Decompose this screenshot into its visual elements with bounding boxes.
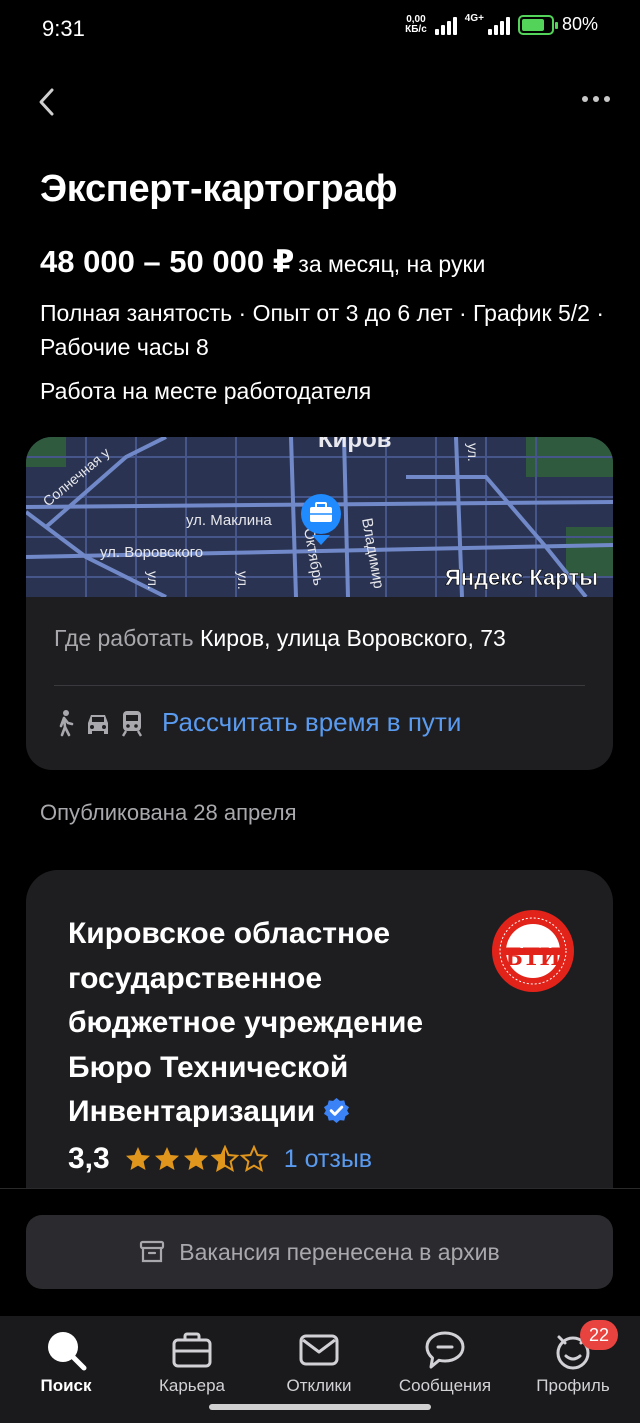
map-street-maklina: ул. Маклина — [186, 512, 272, 529]
star-icon — [183, 1147, 208, 1170]
map-street-ul-2: ул. — [235, 571, 251, 590]
svg-text:БТИ: БТИ — [506, 942, 560, 971]
star-half-icon — [211, 1146, 238, 1171]
more-options-icon[interactable] — [582, 96, 610, 102]
chat-icon — [425, 1331, 465, 1369]
transit-icon — [121, 710, 143, 737]
company-name[interactable]: Кировское областное государственное бюдж… — [68, 912, 488, 1135]
star-empty-icon — [240, 1146, 267, 1171]
signal-icon — [434, 15, 457, 35]
location-card: Киров ул. Маклина ул. Воровского Солнечн… — [26, 437, 613, 770]
envelope-icon — [299, 1334, 339, 1366]
signal-icon-2 — [487, 15, 510, 35]
archive-label: Вакансия перенесена в архив — [179, 1238, 500, 1265]
verified-icon — [324, 1097, 350, 1124]
salary-range: 48 000 – 50 000 ₽ — [40, 244, 295, 279]
salary-suffix: за месяц, на руки — [298, 251, 486, 277]
transport-icons — [54, 709, 144, 737]
company-logo: БТИ — [492, 910, 574, 992]
map-city-label: Киров — [318, 437, 391, 453]
reviews-link[interactable]: 1 отзыв — [284, 1145, 372, 1174]
notification-badge: 22 — [580, 1320, 618, 1350]
briefcase-icon — [172, 1332, 212, 1368]
divider — [54, 685, 585, 686]
archive-sheet: Вакансия перенесена в архив — [0, 1188, 640, 1316]
star-icon — [154, 1147, 179, 1170]
home-indicator[interactable] — [209, 1404, 431, 1410]
network-speed: 0,00 КБ/с — [405, 13, 427, 35]
salary: 48 000 – 50 000 ₽ за месяц, на руки — [40, 244, 485, 280]
archive-icon — [140, 1240, 165, 1263]
vacancy-title: Эксперт-картограф — [40, 168, 398, 210]
tab-search[interactable]: Поиск — [11, 1326, 121, 1396]
address-label: Где работать — [54, 625, 194, 651]
rating-stars — [124, 1145, 268, 1173]
employment-conditions: Полная занятость · Опыт от 3 до 6 лет · … — [40, 300, 604, 360]
map-preview[interactable]: Киров ул. Маклина ул. Воровского Солнечн… — [26, 437, 613, 597]
tab-profile[interactable]: Профиль 22 — [518, 1320, 628, 1396]
archived-button[interactable]: Вакансия перенесена в архив — [26, 1215, 613, 1289]
tab-messages[interactable]: Сообщения — [390, 1326, 500, 1396]
published-date: Опубликована 28 апреля — [40, 800, 297, 825]
tab-career[interactable]: Карьера — [137, 1326, 247, 1396]
map-street-ul-3: ул. — [465, 443, 481, 462]
map-street-vorovskogo: ул. Воровского — [100, 544, 203, 561]
rating-value: 3,3 — [68, 1142, 110, 1175]
battery-percent: 80% — [561, 14, 598, 34]
map-street-ul-1: ул. — [145, 571, 161, 590]
tab-responses[interactable]: Отклики — [264, 1326, 374, 1396]
search-icon — [48, 1332, 87, 1371]
workplace-type: Работа на месте работодателя — [40, 378, 372, 404]
car-icon — [88, 714, 108, 734]
address-value: Киров, улица Воровского, 73 — [200, 625, 506, 651]
status-indicators: 0,00 КБ/с 4G+ 80% — [405, 14, 598, 35]
work-address: Где работать Киров, улица Воровского, 73 — [54, 625, 506, 652]
star-icon — [125, 1147, 150, 1170]
calculate-travel-time-link[interactable]: Рассчитать время в пути — [162, 707, 461, 738]
back-arrow-icon[interactable] — [36, 86, 58, 118]
company-rating[interactable]: 3,3 1 отзыв — [68, 1142, 372, 1176]
walk-icon — [59, 709, 74, 736]
status-bar: 9:31 0,00 КБ/с 4G+ 80% — [0, 0, 640, 58]
battery-icon — [517, 14, 558, 35]
route-calculator[interactable]: Рассчитать время в пути — [54, 707, 461, 738]
status-time: 9:31 — [42, 16, 85, 41]
network-type: 4G+ — [464, 13, 484, 24]
map-provider: Яндекс Карты — [445, 565, 598, 590]
